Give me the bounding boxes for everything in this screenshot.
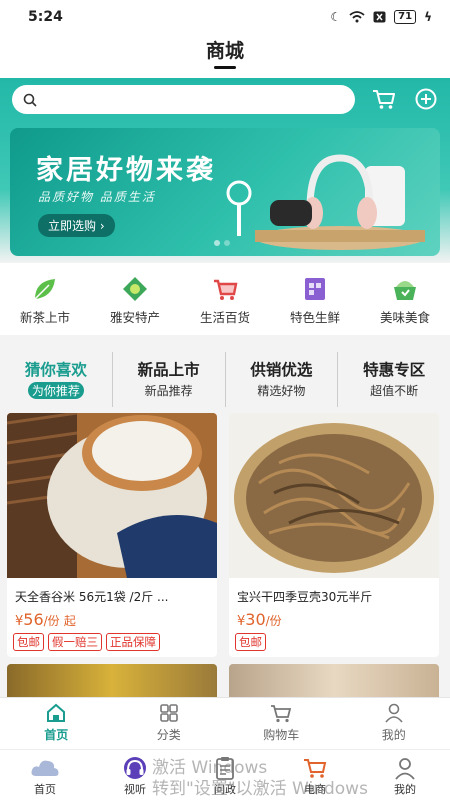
banner-subtitle: 品质好物 品质生活 xyxy=(38,190,156,204)
banner-products-illustration xyxy=(226,154,425,250)
cloud-icon xyxy=(31,760,59,776)
nav-label: 购物车 xyxy=(263,728,300,742)
cart-icon xyxy=(271,705,292,723)
host-nav-label: 我的 xyxy=(394,783,416,796)
tab-title: 猜你喜欢 xyxy=(24,361,87,379)
category-label: 生活百货 xyxy=(199,310,250,325)
tab-title: 特惠专区 xyxy=(363,361,426,379)
banner-cta-button[interactable]: 立即选购 › xyxy=(38,214,115,237)
tab-title: 新品上市 xyxy=(137,361,200,379)
tea-leaf-icon xyxy=(34,279,55,300)
cart-icon[interactable] xyxy=(371,86,397,112)
charging-icon: ϟ xyxy=(424,10,432,24)
grid-icon xyxy=(159,704,178,722)
battery-indicator: 71 xyxy=(394,10,417,24)
title-underline xyxy=(214,66,236,69)
tag-fake-compensation: 假一赔三 xyxy=(48,633,102,651)
product-image-rice xyxy=(7,413,217,578)
tab-subtitle: 精选好物 xyxy=(257,384,306,398)
status-bar: 5:24 ☾ 71 ϟ xyxy=(0,0,450,34)
host-nav-label: 问政 xyxy=(214,783,236,796)
host-nav-audio-video[interactable]: 视听 xyxy=(90,750,180,800)
nav-label: 首页 xyxy=(44,728,69,742)
sim-icon xyxy=(373,11,386,23)
category-label: 美味美食 xyxy=(379,310,430,325)
specialty-icon xyxy=(123,277,147,301)
host-nav-label: 电商 xyxy=(304,783,326,796)
tag-genuine-guarantee: 正品保障 xyxy=(106,633,160,651)
wifi-icon xyxy=(349,11,365,23)
host-app-navigation: 首页 视听 问政 电商 我的 xyxy=(0,749,450,800)
bottom-navigation: 首页 分类 购物车 我的 xyxy=(0,697,450,749)
nav-home[interactable]: 首页 xyxy=(0,698,113,749)
product-price: ¥56/份 起 xyxy=(15,610,76,629)
carousel-dot[interactable] xyxy=(224,240,230,246)
category-label: 新茶上市 xyxy=(19,310,70,325)
tab-guess-you-like[interactable]: 猜你喜欢 为你推荐 xyxy=(0,352,113,407)
product-name: 天全香谷米 56元1袋 /2斤 ... xyxy=(15,590,169,604)
category-shortcuts: 新茶上市 雅安特产 生活百货 特色生鲜 美味美食 xyxy=(0,263,450,335)
category-fresh-food[interactable]: 特色生鲜 xyxy=(275,275,355,335)
banner-cta-label: 立即选购 xyxy=(48,219,97,233)
host-nav-mine[interactable]: 我的 xyxy=(360,750,450,800)
moon-icon: ☾ xyxy=(330,10,342,24)
nav-label: 我的 xyxy=(381,728,406,742)
status-icons: ☾ 71 ϟ xyxy=(330,10,432,24)
host-nav-label: 首页 xyxy=(34,783,56,796)
product-card[interactable]: 天全香谷米 56元1袋 /2斤 ... ¥56/份 起 包邮 假一赔三 正品保障 xyxy=(7,413,217,657)
tab-new-arrivals[interactable]: 新品上市 新品推荐 xyxy=(113,352,226,407)
product-image-dried-beans xyxy=(229,413,439,578)
shopping-cart-icon xyxy=(214,279,238,300)
headphone-icon xyxy=(124,757,146,779)
add-icon[interactable] xyxy=(413,86,439,112)
promo-banner[interactable]: 家居好物来袭 品质好物 品质生活 立即选购 › xyxy=(10,128,440,256)
category-yaan-specialty[interactable]: 雅安特产 xyxy=(95,275,175,335)
status-time: 5:24 xyxy=(28,9,63,25)
search-input[interactable] xyxy=(43,92,355,107)
tab-special-offers[interactable]: 特惠专区 超值不断 xyxy=(338,352,450,407)
fresh-food-icon xyxy=(305,278,325,300)
user-icon xyxy=(385,703,403,723)
product-tags: 包邮 xyxy=(229,629,439,651)
nav-category[interactable]: 分类 xyxy=(113,698,226,749)
search-bar[interactable] xyxy=(12,85,355,114)
tab-subtitle: 新品推荐 xyxy=(144,384,193,398)
category-delicious-food[interactable]: 美味美食 xyxy=(365,275,445,335)
cart-icon xyxy=(304,759,327,778)
category-label: 特色生鲜 xyxy=(289,310,340,325)
nav-mine[interactable]: 我的 xyxy=(338,698,450,749)
carousel-dot[interactable] xyxy=(214,240,220,246)
product-price: ¥30/份 xyxy=(237,610,282,629)
search-icon xyxy=(23,93,37,107)
host-nav-governance[interactable]: 问政 xyxy=(180,750,270,800)
home-icon xyxy=(47,703,66,722)
user-icon xyxy=(395,758,415,780)
host-nav-ecommerce[interactable]: 电商 xyxy=(270,750,360,800)
product-tags: 包邮 假一赔三 正品保障 xyxy=(7,629,217,651)
tab-supply-selection[interactable]: 供销优选 精选好物 xyxy=(226,352,339,407)
tab-subtitle: 为你推荐 xyxy=(27,382,84,399)
header: 商城 xyxy=(0,34,450,78)
category-new-tea[interactable]: 新茶上市 xyxy=(5,275,85,335)
product-card[interactable]: 宝兴干四季豆壳30元半斤 ¥30/份 包邮 xyxy=(229,413,439,657)
nav-cart[interactable]: 购物车 xyxy=(225,698,338,749)
tab-title: 供销优选 xyxy=(250,361,313,379)
clipboard-icon xyxy=(216,757,234,780)
nav-label: 分类 xyxy=(156,728,181,742)
banner-title: 家居好物来袭 xyxy=(36,155,216,186)
host-nav-home[interactable]: 首页 xyxy=(0,750,90,800)
tag-free-shipping: 包邮 xyxy=(13,633,44,651)
tab-subtitle: 超值不断 xyxy=(370,384,419,398)
tag-free-shipping: 包邮 xyxy=(235,633,266,651)
page-title: 商城 xyxy=(205,40,244,62)
category-label: 雅安特产 xyxy=(109,310,160,325)
food-icon xyxy=(394,281,416,300)
product-tabs: 猜你喜欢 为你推荐 新品上市 新品推荐 供销优选 精选好物 特惠专区 超值不断 xyxy=(0,352,450,407)
host-nav-label: 视听 xyxy=(124,783,146,796)
category-daily-goods[interactable]: 生活百货 xyxy=(185,275,265,335)
product-name: 宝兴干四季豆壳30元半斤 xyxy=(237,590,373,604)
